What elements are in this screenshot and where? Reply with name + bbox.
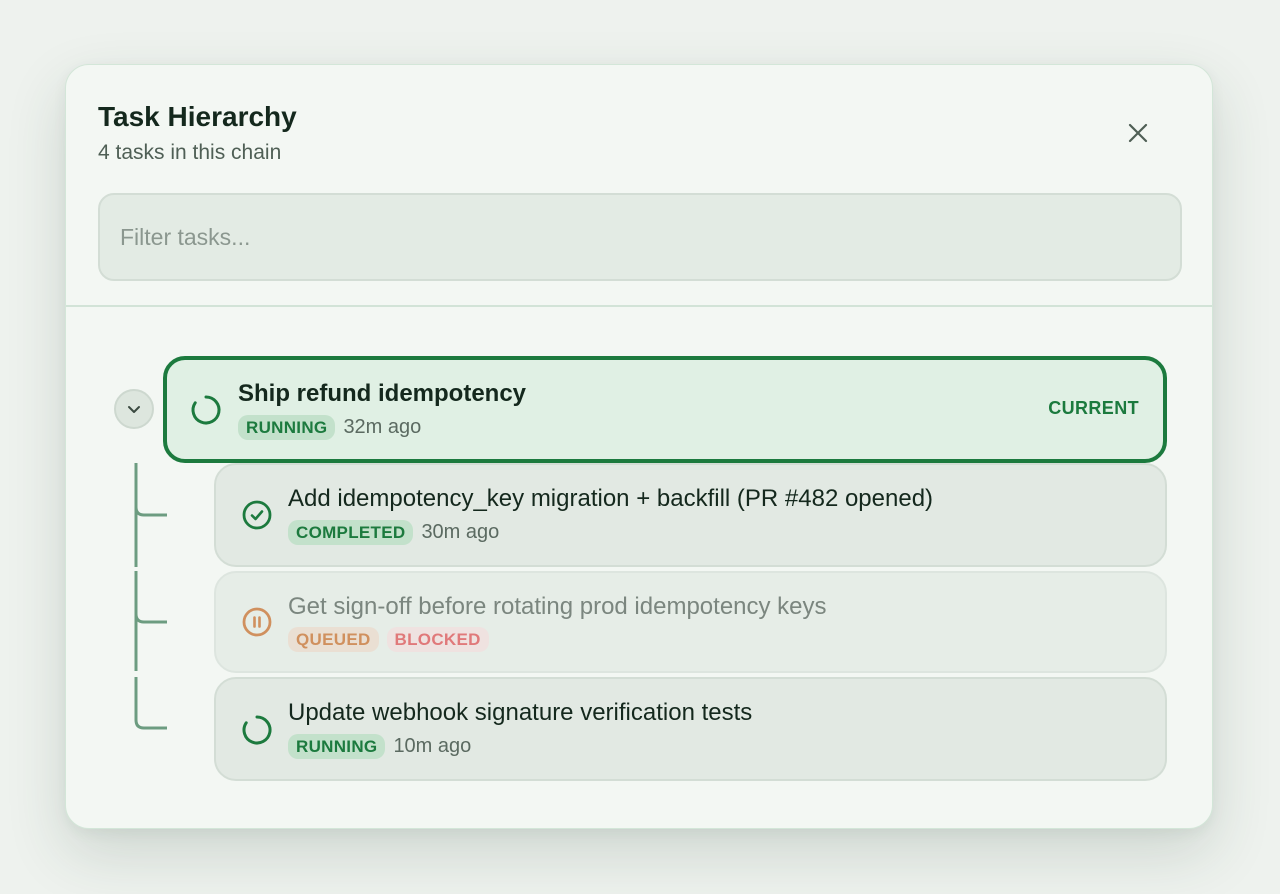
spinner-icon [240,713,274,747]
child-task-card[interactable]: Add idempotency_key migration + backfill… [214,463,1167,567]
current-label: CURRENT [1048,398,1139,418]
spinner-icon [189,393,223,427]
close-icon [1128,123,1148,143]
status-badge: COMPLETED [288,520,414,545]
task-meta: RUNNING 32m ago [238,415,421,440]
task-meta: QUEUED BLOCKED [288,627,489,652]
blocked-badge: BLOCKED [386,627,489,652]
task-hierarchy-dialog: Task Hierarchy 4 tasks in this chain Shi… [65,64,1213,829]
status-badge: RUNNING [288,734,386,759]
check-circle-icon [240,498,274,532]
child-task-card[interactable]: Update webhook signature verification te… [214,677,1167,781]
task-title: Get sign-off before rotating prod idempo… [288,593,827,620]
task-time: 10m ago [393,735,472,757]
task-title: Ship refund idempotency [238,380,527,407]
current-task-card[interactable]: Ship refund idempotency RUNNING 32m ago … [163,356,1167,463]
task-title: Update webhook signature verification te… [288,699,753,726]
task-time: 30m ago [421,521,500,543]
task-meta: COMPLETED 30m ago [288,520,499,545]
task-time: 32m ago [343,416,422,438]
filter-input[interactable] [98,193,1182,281]
task-meta: RUNNING 10m ago [288,734,471,759]
task-title: Add idempotency_key migration + backfill… [288,485,934,512]
pause-circle-icon [240,605,274,639]
close-button[interactable] [1118,113,1158,153]
status-badge: QUEUED [288,627,379,652]
status-badge: RUNNING [238,415,336,440]
child-task-card[interactable]: Get sign-off before rotating prod idempo… [214,571,1167,673]
header-divider [66,305,1212,307]
